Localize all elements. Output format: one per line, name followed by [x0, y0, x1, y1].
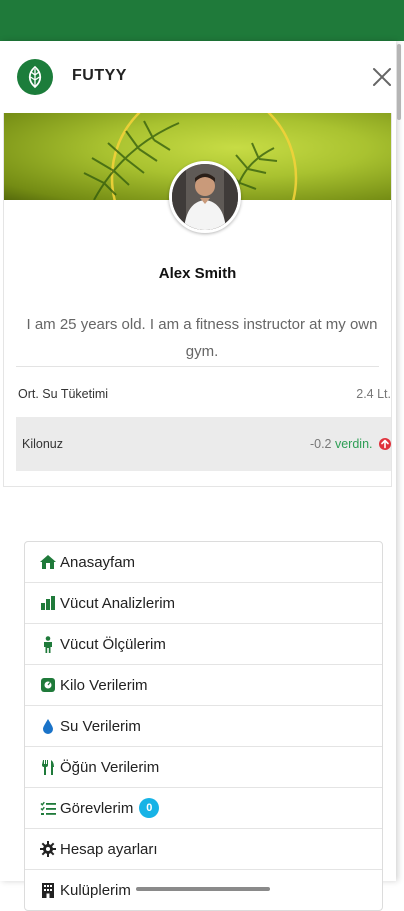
weight-change-status: verdin. [334, 437, 373, 451]
profile-bio: I am 25 years old. I am a fitness instru… [26, 316, 378, 360]
menu-item-label: Vücut Ölçülerim [60, 635, 166, 653]
building-icon [39, 881, 57, 899]
tasks-count-badge: 0 [139, 798, 160, 818]
person-icon [39, 635, 57, 653]
status-bar [0, 0, 404, 41]
scrollbar[interactable] [397, 44, 401, 120]
task-list-icon [39, 799, 57, 817]
profile-card: Alex Smith I am 25 years old. I am a fit… [3, 113, 392, 487]
water-consumption-value: 2.4 Lt. [356, 387, 391, 401]
home-indicator[interactable] [136, 887, 270, 891]
arrow-up-circle-icon [379, 438, 391, 450]
water-consumption-row: Ort. Su Tüketimi 2.4 Lt. [16, 369, 391, 419]
weight-label: Kilonuz [22, 437, 63, 451]
weight-change-value: -0.2 [309, 437, 332, 451]
navigation-drawer: FUTYY Alex Smith I am 25 years old. I am… [0, 41, 396, 911]
menu-item-kilo-verilerim[interactable]: Kilo Verilerim [25, 665, 382, 706]
divider [16, 366, 379, 367]
water-consumption-label: Ort. Su Tüketimi [18, 387, 109, 401]
close-icon[interactable] [370, 65, 394, 89]
menu-item-label: Vücut Analizlerim [60, 594, 176, 612]
weight-value-group: -0.2 verdin. [310, 437, 391, 451]
leaf-logo-icon [17, 59, 53, 95]
bar-chart-icon [39, 594, 57, 612]
menu-item-label: Öğün Verilerim [60, 758, 160, 776]
menu-item-ogun-verilerim[interactable]: Öğün Verilerim [25, 747, 382, 788]
menu-item-su-verilerim[interactable]: Su Verilerim [25, 706, 382, 747]
navigation-menu: Anasayfam Vücut Analizlerim Vücut Ölçüle… [24, 541, 383, 911]
scale-icon [39, 676, 57, 694]
menu-item-label: Hesap ayarları [60, 840, 158, 858]
avatar[interactable] [169, 161, 241, 233]
drawer-header: FUTYY [0, 41, 396, 111]
app-brand-name: FUTYY [72, 67, 127, 84]
menu-item-anasayfam[interactable]: Anasayfam [25, 542, 382, 583]
menu-item-label: Kilo Verilerim [60, 676, 148, 694]
menu-item-label: Anasayfam [60, 553, 136, 571]
home-icon [39, 553, 57, 571]
menu-item-gorevlerim[interactable]: Görevlerim 0 [25, 788, 382, 829]
menu-item-label: Görevlerim [60, 799, 134, 817]
menu-item-hesap-ayarlari[interactable]: Hesap ayarları [25, 829, 382, 870]
menu-item-label: Kulüplerim [60, 881, 131, 899]
menu-item-vucut-olculerim[interactable]: Vücut Ölçülerim [25, 624, 382, 665]
water-drop-icon [39, 717, 57, 735]
utensils-icon [39, 758, 57, 776]
menu-item-label: Su Verilerim [60, 717, 141, 735]
profile-name: Alex Smith [158, 265, 237, 282]
menu-item-vucut-analizlerim[interactable]: Vücut Analizlerim [25, 583, 382, 624]
gear-icon [39, 840, 57, 858]
weight-row: Kilonuz -0.2 verdin. [16, 417, 391, 471]
